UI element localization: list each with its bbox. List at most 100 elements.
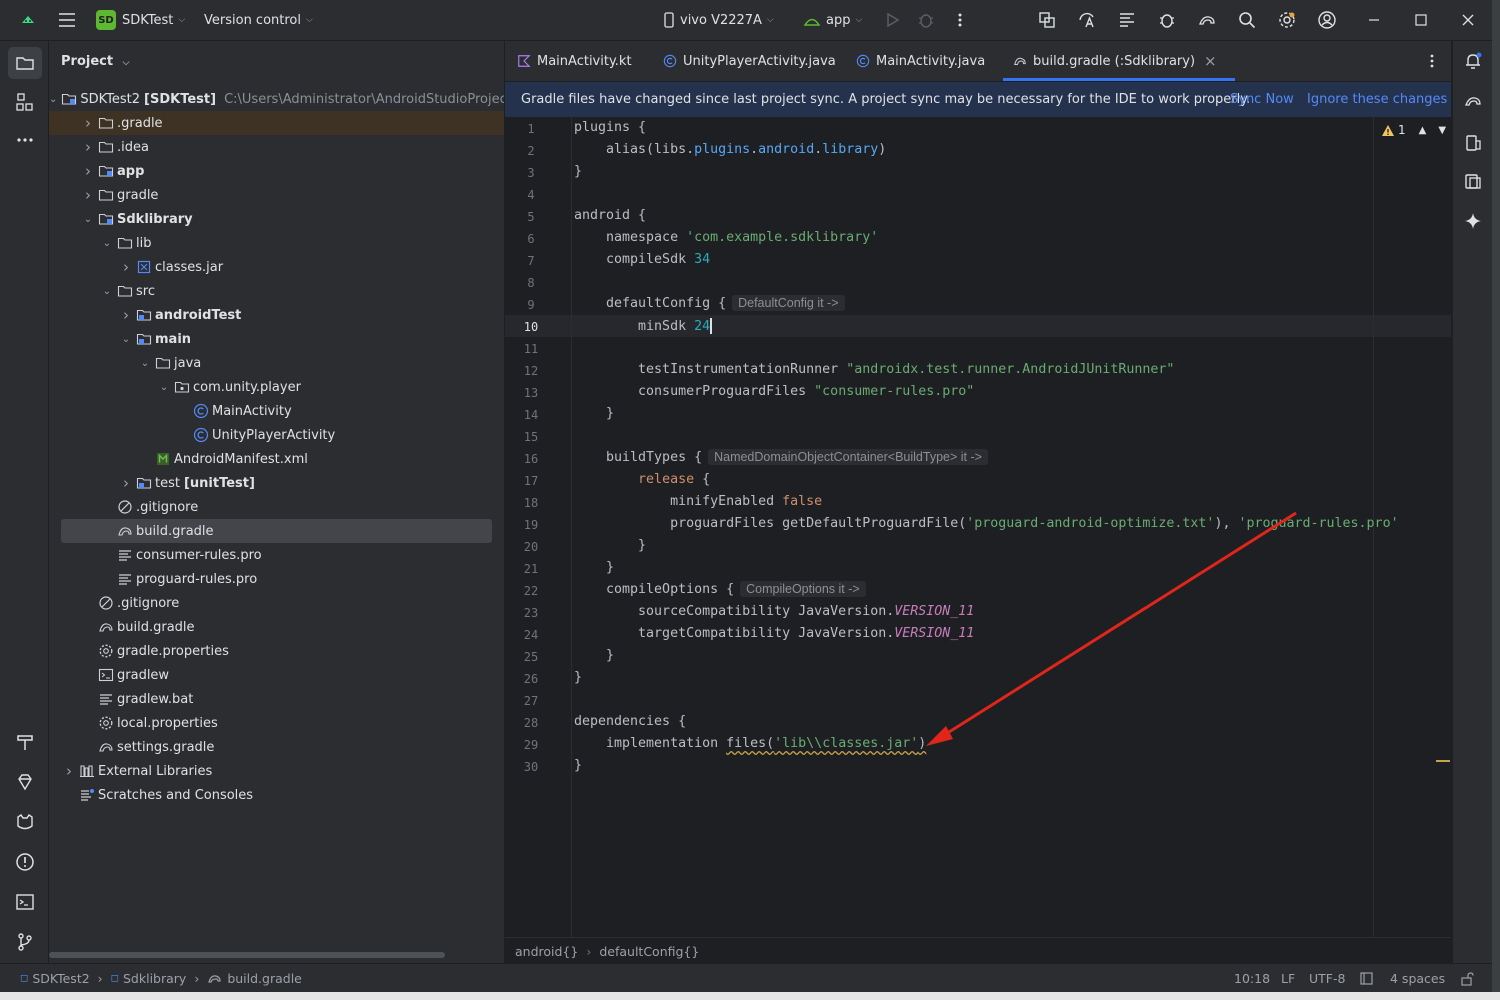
code-breadcrumb-item[interactable]: android{} xyxy=(515,944,578,959)
lock-icon[interactable] xyxy=(1460,964,1474,993)
more-actions-icon[interactable] xyxy=(952,0,968,40)
vcs-menu[interactable]: Version control ⌵ xyxy=(204,0,313,40)
tree-item[interactable]: Scratches and Consoles xyxy=(49,783,504,807)
project-panel-title[interactable]: Project ⌵ xyxy=(61,54,129,69)
tree-item[interactable]: proguard-rules.pro xyxy=(49,567,504,591)
project-tool-button[interactable] xyxy=(8,47,42,79)
code-breadcrumb-item[interactable]: defaultConfig{} xyxy=(599,944,699,959)
tree-item[interactable]: build.gradle xyxy=(61,519,492,543)
translate-icon[interactable] xyxy=(1077,10,1097,30)
expand-chevron-icon[interactable]: ⌄ xyxy=(49,94,57,105)
structure-icon[interactable] xyxy=(14,91,36,113)
collapse-chevron-icon[interactable]: › xyxy=(63,762,75,780)
sync-now-link[interactable]: Sync Now xyxy=(1230,92,1294,107)
expand-chevron-icon[interactable]: ⌄ xyxy=(158,382,170,393)
device-selector[interactable]: vivo V2227A ⌵ xyxy=(662,0,774,40)
tree-item[interactable]: ⌄ Sdklibrary xyxy=(49,207,504,231)
status-breadcrumb-item[interactable]: Sdklibrary xyxy=(123,971,186,986)
editor-tab[interactable]: MainActivity.java xyxy=(856,41,985,81)
tree-item[interactable]: .gitignore xyxy=(49,591,504,615)
status-breadcrumb-item[interactable]: build.gradle xyxy=(227,971,302,986)
minimize-icon[interactable] xyxy=(1364,10,1384,30)
ignore-changes-link[interactable]: Ignore these changes xyxy=(1307,92,1447,107)
logcat-icon[interactable] xyxy=(14,811,36,833)
more-tools-icon[interactable] xyxy=(14,129,36,151)
collapse-chevron-icon[interactable]: › xyxy=(82,186,94,204)
horizontal-scrollbar[interactable] xyxy=(49,952,445,958)
device-manager-icon[interactable] xyxy=(1463,133,1483,153)
main-menu-icon[interactable] xyxy=(56,0,78,40)
build-hammer-icon[interactable] xyxy=(14,731,36,753)
expand-chevron-icon[interactable]: ⌄ xyxy=(120,334,132,345)
run-config-selector[interactable]: app ⌵ xyxy=(803,0,862,40)
readonly-toggle-icon[interactable] xyxy=(1360,964,1373,993)
gem-icon[interactable] xyxy=(14,771,36,793)
project-switcher[interactable]: SD SDKTest ⌵ xyxy=(96,0,185,40)
tree-item[interactable]: gradlew xyxy=(49,663,504,687)
tree-item[interactable]: ⌄ lib xyxy=(49,231,504,255)
run-icon[interactable] xyxy=(882,10,902,30)
collapse-chevron-icon[interactable]: › xyxy=(120,258,132,276)
account-icon[interactable] xyxy=(1317,10,1337,30)
line-separator[interactable]: LF xyxy=(1281,964,1295,993)
git-branch-icon[interactable] xyxy=(14,931,36,953)
tree-item[interactable]: AndroidManifest.xml xyxy=(49,447,504,471)
tree-item[interactable]: gradle.properties xyxy=(49,639,504,663)
tree-item[interactable]: .gitignore xyxy=(49,495,504,519)
tree-item[interactable]: › test [unitTest] xyxy=(49,471,504,495)
tree-item[interactable]: gradlew.bat xyxy=(49,687,504,711)
editor-tab[interactable]: UnityPlayerActivity.java xyxy=(663,41,836,81)
expand-chevron-icon[interactable]: ⌄ xyxy=(101,238,113,249)
search-icon[interactable] xyxy=(1237,10,1257,30)
tree-item[interactable]: ⌄ SDKTest2 [SDKTest] C:\Users\Administrator… xyxy=(49,87,504,111)
gemini-sparkle-icon[interactable] xyxy=(1463,211,1483,231)
notifications-bell-icon[interactable] xyxy=(1463,51,1483,71)
tree-item[interactable]: ⌄ main xyxy=(49,327,504,351)
running-devices-icon[interactable] xyxy=(1463,171,1483,191)
caret-position[interactable]: 10:18 xyxy=(1234,964,1270,993)
tree-item[interactable]: MainActivity xyxy=(49,399,504,423)
settings-gear-icon[interactable] xyxy=(1277,10,1297,30)
gradle-sync-icon[interactable] xyxy=(1197,10,1217,30)
tree-item[interactable]: › .idea xyxy=(49,135,504,159)
tree-item[interactable]: ⌄ java xyxy=(49,351,504,375)
expand-chevron-icon[interactable]: ⌄ xyxy=(82,214,94,225)
tree-item[interactable]: ⌄ com.unity.player xyxy=(49,375,504,399)
collapse-chevron-icon[interactable]: › xyxy=(120,306,132,324)
indent-setting[interactable]: 4 spaces xyxy=(1390,964,1445,993)
tree-item[interactable]: › gradle xyxy=(49,183,504,207)
expand-chevron-icon[interactable]: ⌄ xyxy=(101,286,113,297)
collapse-chevron-icon[interactable]: › xyxy=(82,138,94,156)
tabs-more-icon[interactable] xyxy=(1426,51,1438,71)
maximize-icon[interactable] xyxy=(1411,10,1431,30)
tree-item[interactable]: › External Libraries xyxy=(49,759,504,783)
tree-item[interactable]: consumer-rules.pro xyxy=(49,543,504,567)
tree-item[interactable]: local.properties xyxy=(49,711,504,735)
terminal-icon[interactable] xyxy=(14,891,36,913)
tree-item[interactable]: ⌄ src xyxy=(49,279,504,303)
expand-chevron-icon[interactable]: ⌄ xyxy=(139,358,151,369)
gradle-panel-icon[interactable] xyxy=(1463,91,1483,111)
collapse-chevron-icon[interactable]: › xyxy=(82,162,94,180)
collapse-chevron-icon[interactable]: › xyxy=(82,114,94,132)
collapse-chevron-icon[interactable]: › xyxy=(120,474,132,492)
close-tab-icon[interactable]: × xyxy=(1204,52,1217,70)
tree-item[interactable]: UnityPlayerActivity xyxy=(49,423,504,447)
editor-tab[interactable]: MainActivity.kt xyxy=(517,41,632,81)
status-breadcrumb-item[interactable]: SDKTest2 xyxy=(32,971,89,986)
tree-item[interactable]: › androidTest xyxy=(49,303,504,327)
tree-item[interactable]: › .gradle xyxy=(49,111,504,135)
layout-inspector-icon[interactable] xyxy=(1117,10,1137,30)
problems-icon[interactable] xyxy=(14,851,36,873)
tree-item[interactable]: build.gradle xyxy=(49,615,504,639)
code-editor[interactable]: 1 plugins {2 alias(libs.plugins.android.l… xyxy=(505,117,1451,937)
tree-item[interactable]: › app xyxy=(49,159,504,183)
tree-item[interactable]: › classes.jar xyxy=(49,255,504,279)
tree-item[interactable]: settings.gradle xyxy=(49,735,504,759)
file-encoding[interactable]: UTF-8 xyxy=(1309,964,1345,993)
debug-icon[interactable] xyxy=(916,10,936,30)
editor-tab[interactable]: build.gradle (:Sdklibrary) × xyxy=(1003,41,1235,81)
close-window-icon[interactable] xyxy=(1458,10,1478,30)
app-inspection-icon[interactable] xyxy=(1157,10,1177,30)
resource-manager-icon[interactable] xyxy=(1037,10,1057,30)
